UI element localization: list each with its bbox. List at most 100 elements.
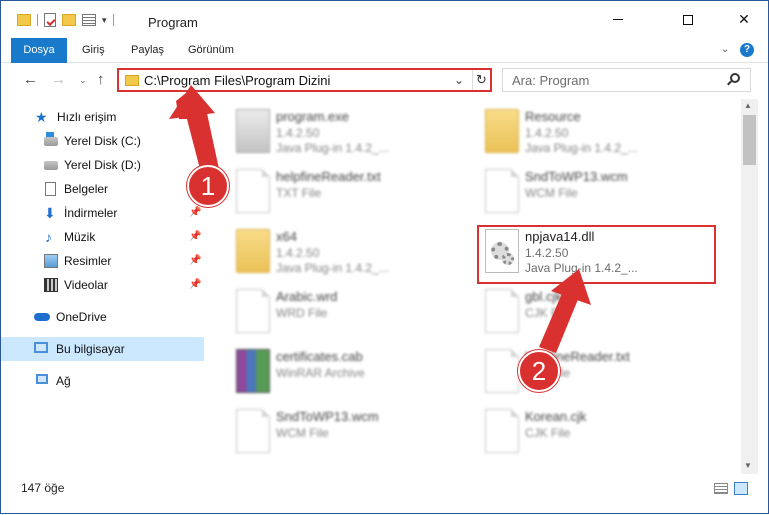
file-item[interactable]: SndToWP13.wcm WCM File bbox=[232, 405, 462, 463]
file-name: x64 bbox=[276, 229, 297, 244]
documents-icon bbox=[45, 182, 56, 196]
star-icon: ★ bbox=[35, 109, 48, 125]
folder-icon[interactable] bbox=[17, 14, 31, 26]
sidebar-item-label: Resimler bbox=[64, 254, 112, 268]
sidebar-item-label: Ağ bbox=[56, 374, 71, 388]
file-item[interactable]: gbl.cjk CJK File bbox=[481, 285, 711, 343]
chevron-down-icon[interactable]: ⌄ bbox=[454, 73, 464, 87]
pin-icon[interactable]: 📌 bbox=[189, 279, 201, 290]
divider bbox=[37, 14, 38, 26]
file-type: WCM File bbox=[525, 186, 578, 200]
file-version: 1.4.2.50 bbox=[276, 126, 320, 140]
file-name: SndToWP13.wcm bbox=[276, 409, 379, 424]
videos-icon bbox=[44, 278, 58, 292]
exe-icon bbox=[236, 109, 270, 153]
pin-icon[interactable]: 📌 bbox=[189, 207, 201, 218]
maximize-button[interactable] bbox=[665, 1, 711, 38]
forward-arrow-icon[interactable]: → bbox=[51, 71, 66, 88]
new-folder-icon[interactable] bbox=[62, 14, 76, 26]
up-arrow-icon[interactable]: ↑ bbox=[97, 71, 105, 88]
expand-ribbon-icon[interactable]: ⌄ bbox=[721, 44, 729, 55]
file-item[interactable]: certificates.cab WinRAR Archive bbox=[232, 345, 462, 403]
file-name: Korean.cjk bbox=[525, 409, 587, 424]
file-item[interactable]: SndToWP13.wcm WCM File bbox=[481, 165, 711, 223]
ribbon-tabs: Dosya Giriş Paylaş Görünüm ⌄ ? bbox=[1, 38, 768, 63]
item-count: 147 öğe bbox=[21, 481, 65, 495]
pictures-icon bbox=[44, 254, 58, 268]
step-2-callout: 2 bbox=[518, 350, 560, 392]
sidebar-item-music[interactable]: ♪ Müzik 📌 bbox=[1, 225, 204, 249]
network-icon bbox=[36, 374, 48, 384]
sidebar-item-quick-access[interactable]: ★ Hızlı erişim bbox=[1, 105, 204, 129]
file-type: CJK File bbox=[525, 426, 571, 440]
view-icon[interactable] bbox=[82, 14, 96, 26]
computer-icon bbox=[34, 342, 48, 353]
search-input[interactable]: Ara: Program bbox=[512, 73, 589, 88]
tab-file[interactable]: Dosya bbox=[11, 38, 67, 63]
file-type: TXT File bbox=[276, 186, 322, 200]
tab-view[interactable]: Görünüm bbox=[188, 38, 234, 63]
file-name: certificates.cab bbox=[276, 349, 363, 364]
file-description: Java Plug-in 1.4.2_... bbox=[276, 141, 389, 155]
help-icon[interactable]: ? bbox=[740, 43, 754, 57]
sidebar-item-label: OneDrive bbox=[56, 310, 107, 324]
vertical-scrollbar[interactable]: ▲ ▼ bbox=[741, 99, 758, 474]
close-button[interactable]: ✕ bbox=[721, 1, 767, 38]
step-1-callout: 1 bbox=[187, 165, 229, 207]
sidebar-item-pictures[interactable]: Resimler 📌 bbox=[1, 249, 204, 273]
pin-icon[interactable]: 📌 bbox=[189, 231, 201, 242]
large-icons-view-icon[interactable] bbox=[734, 482, 748, 495]
folder-icon bbox=[125, 75, 139, 86]
sidebar-item-network[interactable]: Ağ bbox=[1, 369, 204, 393]
file-item[interactable]: Korean.cjk CJK File bbox=[481, 405, 711, 463]
maximize-icon bbox=[683, 14, 693, 25]
search-box[interactable]: Ara: Program bbox=[502, 68, 751, 92]
file-name: Arabic.wrd bbox=[276, 289, 338, 304]
scroll-up-icon[interactable]: ▲ bbox=[744, 101, 752, 110]
sidebar-item-label: Belgeler bbox=[64, 182, 109, 196]
archive-icon bbox=[236, 349, 270, 393]
file-item[interactable]: x64 1.4.2.50 Java Plug-in 1.4.2_... bbox=[232, 225, 462, 283]
file-item[interactable]: program.exe 1.4.2.50 Java Plug-in 1.4.2_… bbox=[232, 105, 462, 163]
folder-icon bbox=[485, 109, 519, 153]
recent-locations-icon[interactable]: ⌄ bbox=[79, 75, 87, 86]
properties-icon[interactable] bbox=[44, 13, 56, 27]
sidebar-item-downloads[interactable]: ⬇ İndirmeler 📌 bbox=[1, 201, 204, 225]
scroll-down-icon[interactable]: ▼ bbox=[744, 461, 752, 470]
details-view-icon[interactable] bbox=[714, 483, 728, 494]
back-arrow-icon[interactable]: ← bbox=[23, 71, 38, 88]
scroll-thumb[interactable] bbox=[743, 115, 756, 165]
document-icon bbox=[236, 169, 270, 213]
file-item[interactable]: Resource 1.4.2.50 Java Plug-in 1.4.2_... bbox=[481, 105, 711, 163]
search-icon[interactable] bbox=[730, 73, 740, 83]
sidebar-item-videos[interactable]: Videolar 📌 bbox=[1, 273, 204, 297]
sidebar-item-this-pc[interactable]: Bu bilgisayar bbox=[1, 337, 204, 361]
file-version: 1.4.2.50 bbox=[276, 246, 320, 260]
drive-icon bbox=[44, 132, 58, 146]
file-item[interactable]: Arabic.wrd WRD File bbox=[232, 285, 462, 343]
music-icon: ♪ bbox=[45, 229, 52, 245]
file-item[interactable]: helpfineReader.txt TXT File bbox=[232, 165, 462, 223]
sidebar-item-disk-c[interactable]: Yerel Disk (C:) bbox=[1, 129, 204, 153]
sidebar-item-label: Yerel Disk (C:) bbox=[64, 134, 141, 148]
file-item[interactable]: helpfineReader.txt TXT File bbox=[481, 345, 711, 403]
document-icon bbox=[485, 349, 519, 393]
pin-icon[interactable]: 📌 bbox=[189, 255, 201, 266]
address-path[interactable]: C:\Program Files\Program Dizini bbox=[144, 73, 330, 88]
address-bar[interactable]: C:\Program Files\Program Dizini ⌄ ↻ bbox=[117, 68, 492, 92]
file-type: CJK File bbox=[525, 306, 571, 320]
refresh-icon[interactable]: ↻ bbox=[472, 70, 490, 90]
sidebar-item-label: Yerel Disk (D:) bbox=[64, 158, 141, 172]
tab-home[interactable]: Giriş bbox=[82, 38, 105, 63]
document-icon bbox=[485, 289, 519, 333]
sidebar-item-label: Bu bilgisayar bbox=[56, 342, 125, 356]
sidebar-item-onedrive[interactable]: OneDrive bbox=[1, 305, 204, 329]
tab-share[interactable]: Paylaş bbox=[131, 38, 164, 63]
sidebar-item-label: Müzik bbox=[64, 230, 96, 244]
chevron-down-icon[interactable]: ▾ bbox=[102, 15, 107, 26]
minimize-button[interactable] bbox=[595, 1, 641, 38]
file-list: program.exe 1.4.2.50 Java Plug-in 1.4.2_… bbox=[206, 99, 741, 474]
sidebar-item-disk-d[interactable]: Yerel Disk (D:) bbox=[1, 153, 204, 177]
sidebar-item-documents[interactable]: Belgeler bbox=[1, 177, 204, 201]
file-name: program.exe bbox=[276, 109, 349, 124]
